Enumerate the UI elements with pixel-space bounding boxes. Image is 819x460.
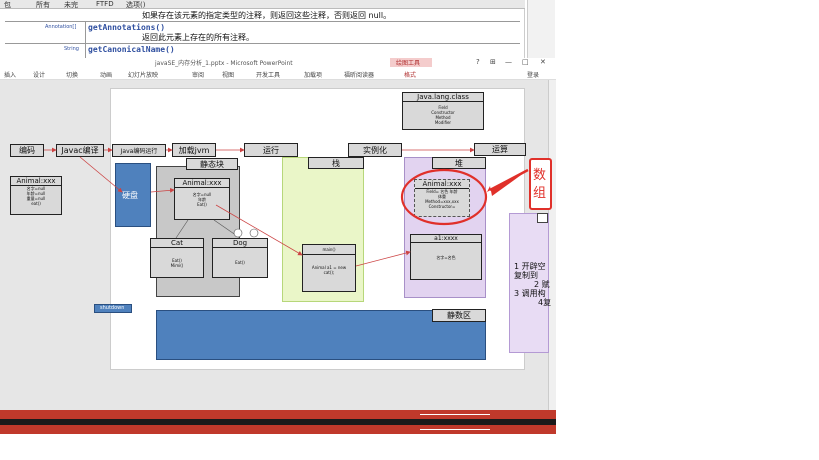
connector-lines bbox=[44, 147, 529, 267]
zoom-slider[interactable] bbox=[420, 414, 490, 415]
zoom-slider[interactable] bbox=[420, 429, 490, 430]
